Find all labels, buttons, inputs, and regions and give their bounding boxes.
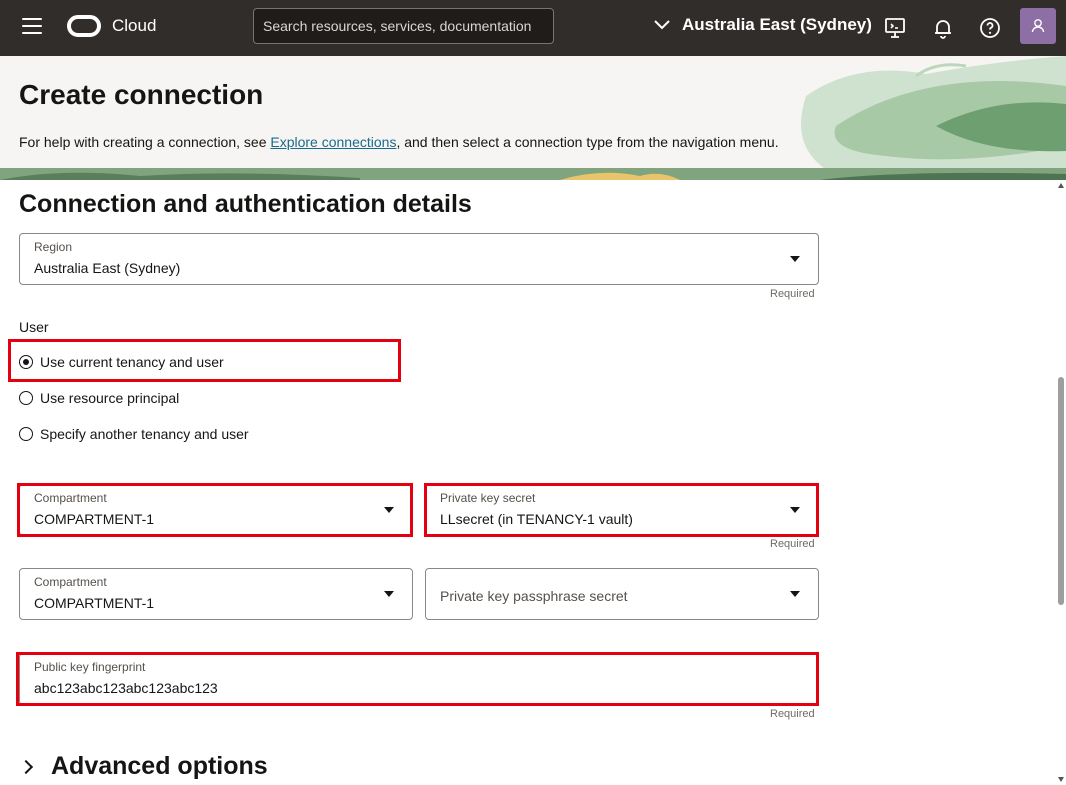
radio-label: Use resource principal	[40, 390, 180, 406]
radio-unchecked-icon[interactable]	[19, 391, 33, 405]
top-navigation-bar: Cloud Search resources, services, docume…	[0, 0, 1066, 56]
region-select[interactable]: Region Australia East (Sydney)	[19, 233, 819, 285]
region-selector[interactable]: Australia East (Sydney)	[654, 15, 872, 35]
scroll-down-arrow-icon[interactable]	[1058, 777, 1064, 782]
notifications-bell-icon[interactable]	[931, 16, 955, 40]
radio-use-resource-principal[interactable]: Use resource principal	[19, 390, 179, 406]
region-selector-label: Australia East (Sydney)	[682, 15, 872, 34]
radio-unchecked-icon[interactable]	[19, 427, 33, 441]
fingerprint-required-hint: Required	[770, 708, 815, 720]
dropdown-caret-icon	[790, 256, 800, 262]
explore-connections-link[interactable]: Explore connections	[270, 134, 396, 150]
vertical-scrollbar[interactable]	[1056, 180, 1066, 785]
user-label: User	[19, 319, 49, 335]
section-title: Connection and authentication details	[19, 190, 472, 218]
highlight-box	[8, 339, 401, 382]
private-key-passphrase-secret-select[interactable]: Private key passphrase secret	[425, 568, 819, 620]
region-field-label: Region	[34, 240, 73, 254]
brand-label[interactable]: Cloud	[112, 16, 156, 36]
compartment-label: Compartment	[34, 575, 107, 589]
menu-icon[interactable]	[22, 18, 42, 34]
user-profile-icon	[1031, 19, 1045, 33]
user-avatar[interactable]	[1020, 8, 1056, 44]
passphrase-compartment-select[interactable]: Compartment COMPARTMENT-1	[19, 568, 413, 620]
dropdown-caret-icon	[384, 591, 394, 597]
highlight-box	[16, 652, 819, 706]
page-title: Create connection	[19, 79, 264, 110]
chevron-down-icon	[654, 20, 670, 30]
private-key-required-hint: Required	[770, 538, 815, 550]
decorative-header-illustration	[801, 56, 1066, 180]
search-input[interactable]: Search resources, services, documentatio…	[253, 8, 554, 44]
highlight-box	[17, 483, 413, 537]
advanced-options-label: Advanced options	[51, 752, 268, 780]
compartment-value: COMPARTMENT-1	[34, 595, 155, 611]
chevron-right-icon	[18, 759, 34, 774]
highlight-box	[424, 483, 819, 537]
region-required-hint: Required	[770, 288, 815, 300]
dropdown-caret-icon	[790, 591, 800, 597]
decorative-foliage-strip	[0, 168, 1066, 180]
oracle-logo-icon[interactable]	[67, 15, 101, 37]
radio-label: Specify another tenancy and user	[40, 426, 249, 442]
form-content: Connection and authentication details Re…	[0, 180, 1056, 785]
help-suffix: , and then select a connection type from…	[396, 134, 779, 150]
passphrase-secret-placeholder: Private key passphrase secret	[440, 588, 628, 604]
cloud-shell-icon[interactable]	[883, 16, 907, 40]
region-field-value: Australia East (Sydney)	[34, 260, 181, 276]
page-header: Create connection For help with creating…	[0, 56, 1066, 180]
scroll-up-arrow-icon[interactable]	[1058, 183, 1064, 188]
help-prefix: For help with creating a connection, see	[19, 134, 271, 150]
help-text: For help with creating a connection, see…	[19, 134, 779, 150]
scrollbar-thumb[interactable]	[1058, 377, 1064, 605]
advanced-options-toggle[interactable]: Advanced options	[18, 752, 268, 781]
help-icon[interactable]	[978, 16, 1002, 40]
radio-specify-another-tenancy[interactable]: Specify another tenancy and user	[19, 426, 249, 442]
